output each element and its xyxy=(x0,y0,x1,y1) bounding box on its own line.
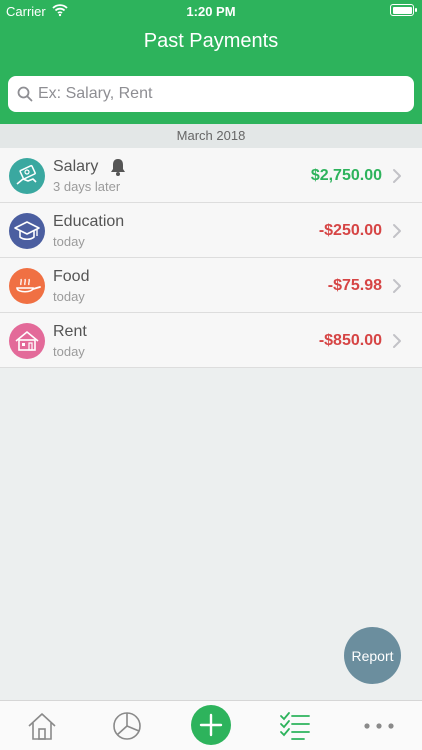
search-input[interactable] xyxy=(38,76,408,112)
payment-title: Rent xyxy=(53,323,87,340)
chevron-right-icon xyxy=(393,334,401,348)
tab-bar xyxy=(0,700,422,750)
payment-amount: -$75.98 xyxy=(327,277,382,294)
page-title: Past Payments xyxy=(143,30,279,52)
pie-chart-icon[interactable] xyxy=(110,709,144,743)
payment-date: today xyxy=(53,234,85,249)
payment-row-rent[interactable]: Rent today -$850.00 xyxy=(0,313,422,368)
payment-date: 3 days later xyxy=(53,179,121,194)
graduation-cap-icon xyxy=(9,213,45,249)
clock-time: 1:20 PM xyxy=(186,4,236,19)
report-button[interactable]: Report xyxy=(344,627,401,684)
payment-amount: -$850.00 xyxy=(318,332,382,349)
payment-title: Salary xyxy=(53,158,99,175)
more-icon[interactable] xyxy=(362,709,396,743)
chevron-right-icon xyxy=(393,224,401,238)
status-bar: Carrier 1:20 PM xyxy=(0,0,422,22)
home-icon[interactable] xyxy=(25,709,59,743)
payments-list: Salary 3 days later $2,750.00 Education … xyxy=(0,148,422,368)
add-icon xyxy=(199,713,223,737)
battery-icon xyxy=(390,4,417,16)
payment-title: Education xyxy=(53,213,125,230)
header-bar: Carrier 1:20 PM Past Payments xyxy=(0,0,422,124)
search-icon xyxy=(17,86,33,102)
chevron-right-icon xyxy=(393,279,401,293)
salary-icon xyxy=(9,158,45,194)
payment-row-salary[interactable]: Salary 3 days later $2,750.00 xyxy=(0,148,422,203)
section-header-month: March 2018 xyxy=(0,124,422,148)
chevron-right-icon xyxy=(393,169,401,183)
checklist-icon[interactable] xyxy=(278,709,312,743)
add-payment-button[interactable] xyxy=(191,705,231,745)
payment-row-food[interactable]: Food today -$75.98 xyxy=(0,258,422,313)
payment-date: today xyxy=(53,344,85,359)
house-icon xyxy=(9,323,45,359)
bell-icon xyxy=(111,159,125,176)
payment-amount: -$250.00 xyxy=(318,222,382,239)
payment-title: Food xyxy=(53,268,90,285)
search-bar[interactable] xyxy=(8,76,414,112)
payment-amount: $2,750.00 xyxy=(310,167,382,184)
food-pan-icon xyxy=(9,268,45,304)
payment-date: today xyxy=(53,289,85,304)
payment-row-education[interactable]: Education today -$250.00 xyxy=(0,203,422,258)
